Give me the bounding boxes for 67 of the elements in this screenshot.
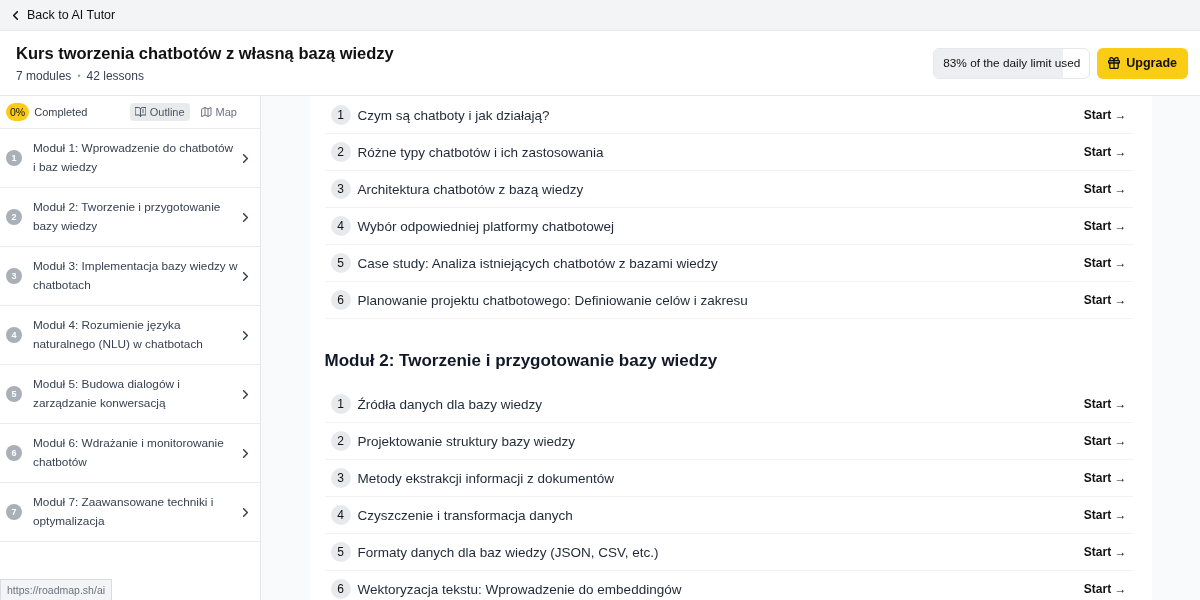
- chevron-right-icon: [243, 212, 248, 222]
- usage-label: 83% of the daily limit used: [942, 56, 1082, 70]
- progress-label: Completed: [34, 106, 88, 118]
- start-link[interactable]: Start →: [1083, 508, 1127, 522]
- lesson-number: 2: [330, 142, 351, 162]
- lesson-title: Case study: Analiza istniejących chatbotów z bazami wiedzy: [357, 255, 718, 271]
- start-link[interactable]: Start →: [1083, 471, 1127, 485]
- map-icon: [200, 107, 212, 117]
- lesson-title: Projektowanie struktury bazy wiedzy: [357, 433, 576, 449]
- chevron-left-icon: [13, 10, 18, 20]
- book-icon: [134, 107, 146, 117]
- lesson-number: 2: [330, 431, 351, 451]
- module-number: 7: [6, 504, 22, 520]
- lesson-title: Metody ekstrakcji informacji z dokumentów: [357, 470, 615, 486]
- module-number: 3: [6, 268, 22, 284]
- lesson-number: 6: [330, 290, 351, 310]
- lesson-number: 3: [330, 179, 351, 199]
- lesson-number: 5: [330, 542, 351, 562]
- back-link[interactable]: Back to AI Tutor: [13, 8, 116, 22]
- chevron-right-icon: [243, 389, 248, 399]
- lesson-title: Wybór odpowiedniej platformy chatbotowej: [357, 218, 614, 234]
- lesson-number: 4: [330, 505, 351, 525]
- chevron-right-icon: [243, 153, 248, 163]
- course-title: Kurs tworzenia chatbotów z własną bazą wiedzy: [16, 43, 394, 64]
- start-link[interactable]: Start →: [1083, 582, 1127, 596]
- start-link[interactable]: Start →: [1083, 108, 1127, 122]
- chevron-right-icon: [243, 271, 248, 281]
- lesson-number: 3: [330, 468, 351, 488]
- view-tab[interactable]: Map: [195, 103, 242, 121]
- start-link[interactable]: Start →: [1083, 145, 1127, 159]
- chevron-right-icon: [243, 507, 248, 517]
- separator-dot: •: [77, 70, 81, 83]
- lesson-title: Architektura chatbotów z bazą wiedzy: [357, 181, 584, 197]
- start-link[interactable]: Start →: [1083, 293, 1127, 307]
- lesson-number: 4: [330, 216, 351, 236]
- lesson-title: Wektoryzacja tekstu: Wprowadzenie do embeddingów: [357, 581, 682, 597]
- modules-count: 7 modules: [16, 68, 72, 85]
- lesson-title: Formaty danych dla baz wiedzy (JSON, CSV, etc.): [357, 544, 659, 560]
- lesson-title: Źródła danych dla bazy wiedzy: [357, 396, 543, 412]
- lesson-title: Czyszczenie i transformacja danych: [357, 507, 573, 523]
- lesson-number: 6: [330, 579, 351, 599]
- start-link[interactable]: Start →: [1083, 182, 1127, 196]
- lessons-count: 42 lessons: [86, 68, 144, 85]
- start-link[interactable]: Start →: [1083, 256, 1127, 270]
- chevron-right-icon: [243, 330, 248, 340]
- chevron-right-icon: [243, 448, 248, 458]
- start-link[interactable]: Start →: [1083, 219, 1127, 233]
- lesson-number: 1: [330, 394, 351, 414]
- lesson-number: 1: [330, 105, 351, 125]
- lesson-number: 5: [330, 253, 351, 273]
- module-number: 5: [6, 386, 22, 402]
- module-number: 6: [6, 445, 22, 461]
- start-link[interactable]: Start →: [1083, 434, 1127, 448]
- start-link[interactable]: Start →: [1083, 397, 1127, 411]
- status-url: https://roadmap.sh/ai: [0, 579, 113, 600]
- lesson-title: Czym są chatboty i jak działają?: [357, 107, 550, 123]
- module-number: 1: [6, 150, 22, 166]
- lesson-title: Planowanie projektu chatbotowego: Definiowanie celów i zakresu: [357, 292, 748, 308]
- view-tab[interactable]: Outline: [129, 103, 190, 121]
- module-number: 2: [6, 209, 22, 225]
- module-number: 4: [6, 327, 22, 343]
- upgrade-button[interactable]: Upgrade: [1097, 47, 1188, 79]
- progress-badge: 0%: [6, 103, 30, 121]
- module-heading: Moduł 2: Tworzenie i przygotowanie bazy wiedzy: [324, 350, 719, 372]
- start-link[interactable]: Start →: [1083, 545, 1127, 559]
- lesson-title: Różne typy chatbotów i ich zastosowania: [357, 144, 604, 160]
- gift-icon: [1108, 57, 1121, 69]
